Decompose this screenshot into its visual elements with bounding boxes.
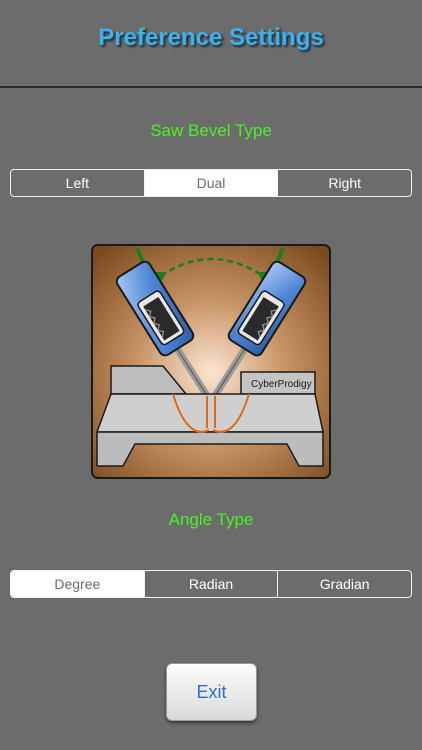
angle-gradian-segment[interactable]: Gradian	[278, 571, 411, 597]
bevel-type-segmented-control: Left Dual Right	[10, 169, 412, 197]
bevel-dual-segment[interactable]: Dual	[144, 170, 279, 196]
dual-bevel-saw-illustration: CyberProdigy	[91, 244, 331, 479]
angle-type-label: Angle Type	[168, 510, 254, 529]
exit-button[interactable]: Exit	[166, 663, 257, 721]
angle-type-segmented-control: Degree Radian Gradian	[10, 570, 412, 598]
page-title: Preference Settings	[98, 24, 324, 51]
angle-degree-segment[interactable]: Degree	[11, 571, 145, 597]
angle-radian-segment[interactable]: Radian	[145, 571, 279, 597]
bevel-type-label: Saw Bevel Type	[150, 121, 272, 140]
brand-label: CyberProdigy	[251, 379, 312, 390]
header-divider	[0, 86, 422, 88]
bevel-right-segment[interactable]: Right	[278, 170, 411, 196]
bevel-left-segment[interactable]: Left	[11, 170, 145, 196]
